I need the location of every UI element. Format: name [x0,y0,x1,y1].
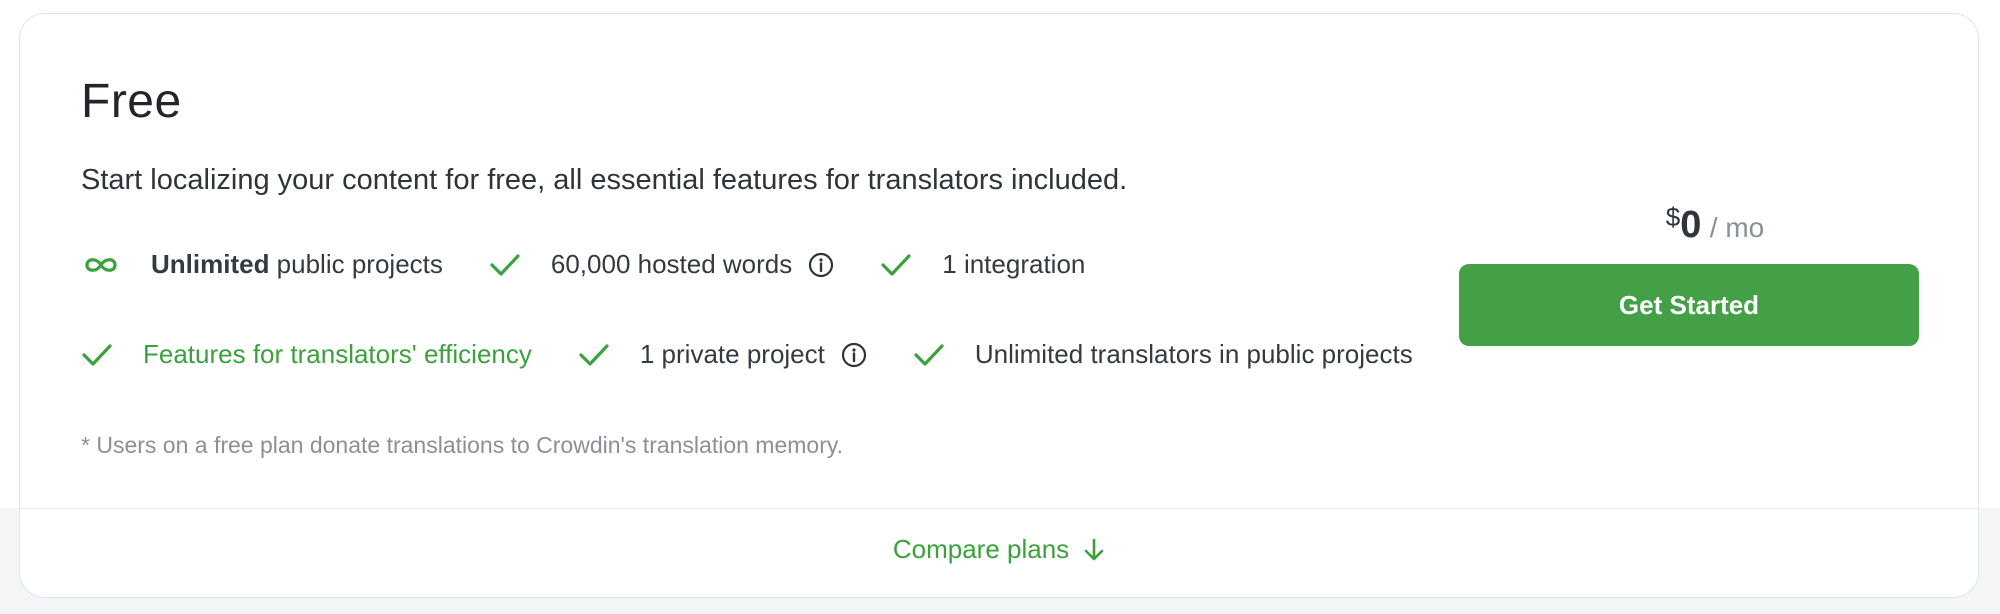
feature-link[interactable]: Features for translators' efficiency [143,339,532,370]
feature-row: Features for translators' efficiency 1 p… [81,339,1459,370]
price-period: / mo [1709,212,1765,243]
compare-plans-link[interactable]: Compare plans [20,534,1978,565]
feature-unlimited-translators: Unlimited translators in public projects [913,339,1413,370]
info-icon[interactable] [841,342,867,368]
feature-label: 60,000 hosted words [550,249,793,279]
get-started-button[interactable]: Get Started [1459,264,1919,346]
feature-private-project: 1 private project [578,339,867,370]
price-amount: 0 [1680,204,1702,246]
feature-bold-label: Unlimited [151,249,270,279]
check-icon [880,252,912,278]
feature-label: 1 integration [942,249,1086,279]
info-icon[interactable] [808,252,834,278]
feature-label: Unlimited translators in public projects [974,339,1413,369]
compare-plans-label: Compare plans [892,534,1070,564]
feature-label: 1 private project [639,339,825,369]
plan-description: Start localizing your content for free, … [81,164,1128,196]
footnote: * Users on a free plan donate translatio… [81,432,844,458]
check-icon [489,252,521,278]
feature-row: Unlimited public projects 60,000 hosted … [81,249,1131,280]
feature-label: public projects [269,249,443,279]
feature-translator-efficiency[interactable]: Features for translators' efficiency [81,339,532,370]
feature-unlimited-public-projects: Unlimited public projects [81,249,443,280]
arrow-down-icon [1083,537,1105,563]
feature-hosted-words: 60,000 hosted words [489,249,834,280]
check-icon [913,342,945,368]
price-currency: $ [1665,202,1681,232]
check-icon [578,342,610,368]
infinity-icon [81,255,121,275]
check-icon [81,342,113,368]
price: $0 / mo [1485,202,1945,247]
feature-integration: 1 integration [880,249,1085,280]
plan-title: Free [81,75,182,128]
pricing-card: Free Start localizing your content for f… [19,13,1979,598]
divider [20,508,1978,509]
